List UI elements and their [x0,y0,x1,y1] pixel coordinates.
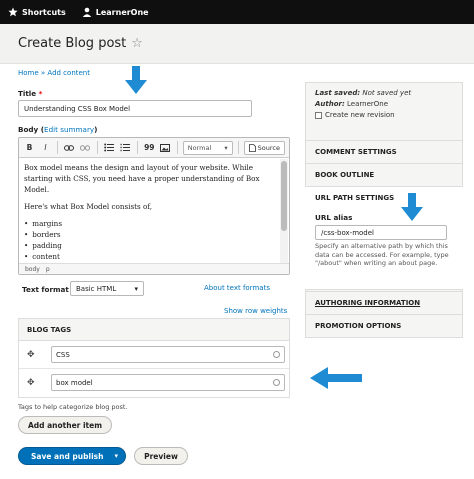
link-icon[interactable] [63,141,76,154]
star-icon [8,7,18,17]
toolbar-divider [56,141,58,154]
path-item[interactable]: p [46,266,50,273]
drag-handle-icon[interactable]: ✥ [27,350,35,360]
toolbar-divider [96,141,98,154]
tag-input[interactable]: CSS [51,346,285,363]
url-alias-input[interactable]: /css-box-model [315,225,447,240]
chevron-down-icon: ▾ [134,284,138,293]
breadcrumb[interactable]: Home » Add content [18,69,90,77]
author-value: LearnerOne [347,100,389,108]
new-revision-checkbox[interactable] [315,112,322,119]
arrow-down-icon [125,66,147,94]
show-row-weights-link[interactable]: Show row weights [224,307,287,315]
source-icon [248,143,256,152]
editor-content[interactable]: Box model means the design and layout of… [19,158,279,264]
autocomplete-icon [273,379,280,386]
list-item: padding [24,240,274,251]
unlink-icon[interactable] [79,141,92,154]
table-row: ✥ CSS [19,341,289,369]
user-icon [82,7,91,17]
url-alias-label: URL alias [315,213,353,222]
required-marker: * [38,89,43,98]
page-title-text: Create Blog post [18,36,127,51]
title-label: Title * [18,89,43,98]
format-select-value: Normal [187,143,212,152]
edit-summary-link[interactable]: Edit summary [44,125,94,134]
editor-scrollbar[interactable] [280,159,288,263]
comment-settings-section[interactable]: COMMENT SETTINGS [305,140,463,163]
list-item: borders [24,229,274,240]
toolbar-divider [237,141,239,154]
page-header: Create Blog post ☆ [0,24,474,64]
body-editor[interactable]: B I 99 Normal ▾ Source Box model means t… [18,137,290,275]
tags-help-text: Tags to help categorize blog post. [18,403,128,411]
element-path: body p [19,263,289,274]
image-icon[interactable] [159,141,172,154]
blockquote-button[interactable]: 99 [143,141,156,154]
user-label: LearnerOne [95,7,149,17]
arrow-left-icon [310,367,362,389]
source-label: Source [257,143,280,152]
shortcuts-label: Shortcuts [22,7,66,17]
body-paragraph: Box model means the design and layout of… [24,163,260,194]
preview-button[interactable]: Preview [134,447,188,465]
toolbar-divider [176,141,178,154]
toolbar-divider [136,141,138,154]
shortcuts-menu[interactable]: Shortcuts [0,0,74,24]
add-another-item-button[interactable]: Add another item [18,416,112,434]
table-row: ✥ box model [19,369,289,397]
bulleted-list-icon[interactable] [103,141,116,154]
format-select[interactable]: Normal ▾ [182,140,233,155]
tag-value: CSS [56,350,70,359]
last-saved-value: Not saved yet [362,89,412,97]
body-list: margins borders padding content [24,218,274,262]
scrollbar-thumb[interactable] [281,161,287,231]
text-format-label: Text format [22,285,69,294]
promotion-options-section[interactable]: PROMOTION OPTIONS [305,314,463,337]
italic-button[interactable]: I [39,141,52,154]
list-item: content [24,251,274,262]
url-alias-description: Specify an alternative path by which thi… [315,242,449,267]
divider [120,450,121,462]
title-input[interactable]: Understanding CSS Box Model [18,100,252,117]
autocomplete-icon [273,351,280,358]
about-text-formats-link[interactable]: About text formats [204,284,270,292]
star-outline-icon[interactable]: ☆ [131,36,143,51]
save-and-publish-label: Save and publish [31,451,104,461]
last-saved-label: Last saved: [315,89,361,97]
chevron-down-icon[interactable]: ▾ [114,452,118,460]
source-button[interactable]: Source [243,140,285,155]
authoring-information-section[interactable]: AUTHORING INFORMATION [305,291,463,314]
drag-handle-icon[interactable]: ✥ [27,378,35,388]
numbered-list-icon[interactable] [119,141,132,154]
admin-toolbar: Shortcuts LearnerOne [0,0,474,24]
book-outline-section[interactable]: BOOK OUTLINE [305,163,463,186]
page-title: Create Blog post ☆ [18,36,143,51]
url-path-settings-section[interactable]: URL PATH SETTINGS [305,186,463,209]
blog-tags-table: BLOG TAGS ✥ CSS ✥ box model [18,318,290,398]
editor-toolbar: B I 99 Normal ▾ Source [19,138,289,158]
author-label: Author: [315,100,345,108]
blog-tags-header: BLOG TAGS [19,319,289,341]
save-meta: Last saved: Not saved yet Author: Learne… [305,88,411,121]
tag-value: box model [56,378,93,387]
text-format-value: Basic HTML [76,284,117,293]
path-item[interactable]: body [25,266,40,273]
chevron-down-icon: ▾ [224,143,228,152]
body-label: Body (Edit summary) [18,125,98,134]
bold-button[interactable]: B [23,141,36,154]
new-revision-label: Create new revision [325,111,395,119]
body-paragraph: Here's what Box Model consists of, [24,202,153,211]
text-format-select[interactable]: Basic HTML ▾ [70,281,144,296]
tag-input[interactable]: box model [51,374,285,391]
arrow-down-icon [401,193,423,221]
save-and-publish-button[interactable]: Save and publish ▾ [18,447,126,465]
list-item: margins [24,218,274,229]
user-menu[interactable]: LearnerOne [74,0,157,24]
